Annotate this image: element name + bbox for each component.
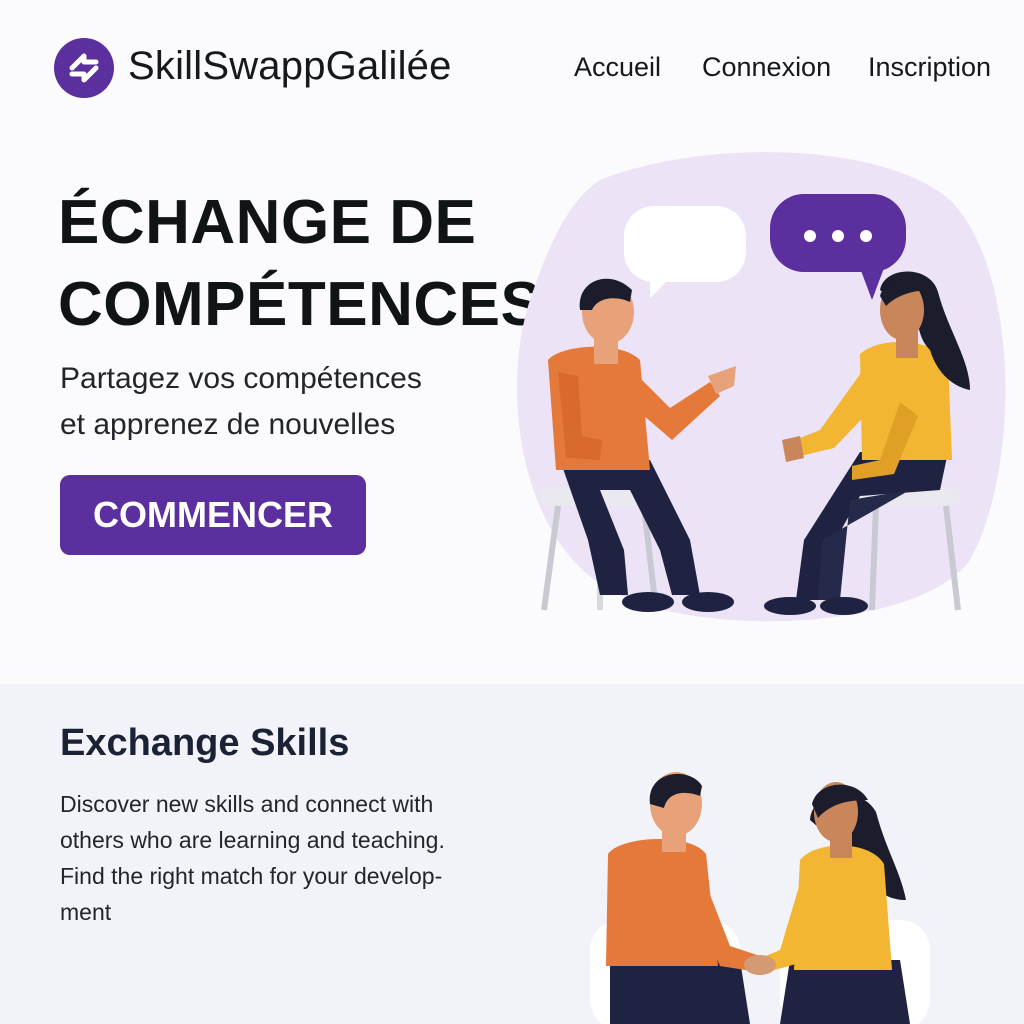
hero-title-line-2: COMPÉTENCES [58,270,543,339]
logo[interactable] [54,38,114,98]
swap-arrows-icon [69,53,99,83]
nav-login-link[interactable]: Connexion [702,52,831,83]
nav-signup-link[interactable]: Inscription [868,52,991,83]
start-button[interactable]: COMMENCER [60,475,366,555]
two-people-holding-hands-illustration [590,772,930,1024]
man-figure [606,772,760,1024]
hero-subtitle-line-1: Partagez vos compétences [60,362,422,395]
woman-figure [756,782,910,1024]
hero-subtitle: Partagez vos compétences et apprenez de … [60,356,520,448]
holding-hands [744,955,776,975]
nav-home-link[interactable]: Accueil [574,52,661,83]
section-text-line-2: others who are learning and teaching. [60,827,445,853]
section-title: Exchange Skills [60,722,350,764]
two-people-conversation-illustration [516,152,1006,622]
section-text-line-1: Discover new skills and connect with [60,791,434,817]
section-text-line-3: Find the right match for your develop- [60,863,443,889]
brand-name[interactable]: SkillSwappGalilée [128,44,452,89]
section-description: Discover new skills and connect with oth… [60,786,500,930]
hero-title-line-1: ÉCHANGE DE [58,188,477,257]
site-header: SkillSwappGalilée Accueil Connexion Insc… [0,0,1024,140]
hero-subtitle-line-2: et apprenez de nouvelles [60,408,396,441]
section-text-line-4: ment [60,899,112,925]
